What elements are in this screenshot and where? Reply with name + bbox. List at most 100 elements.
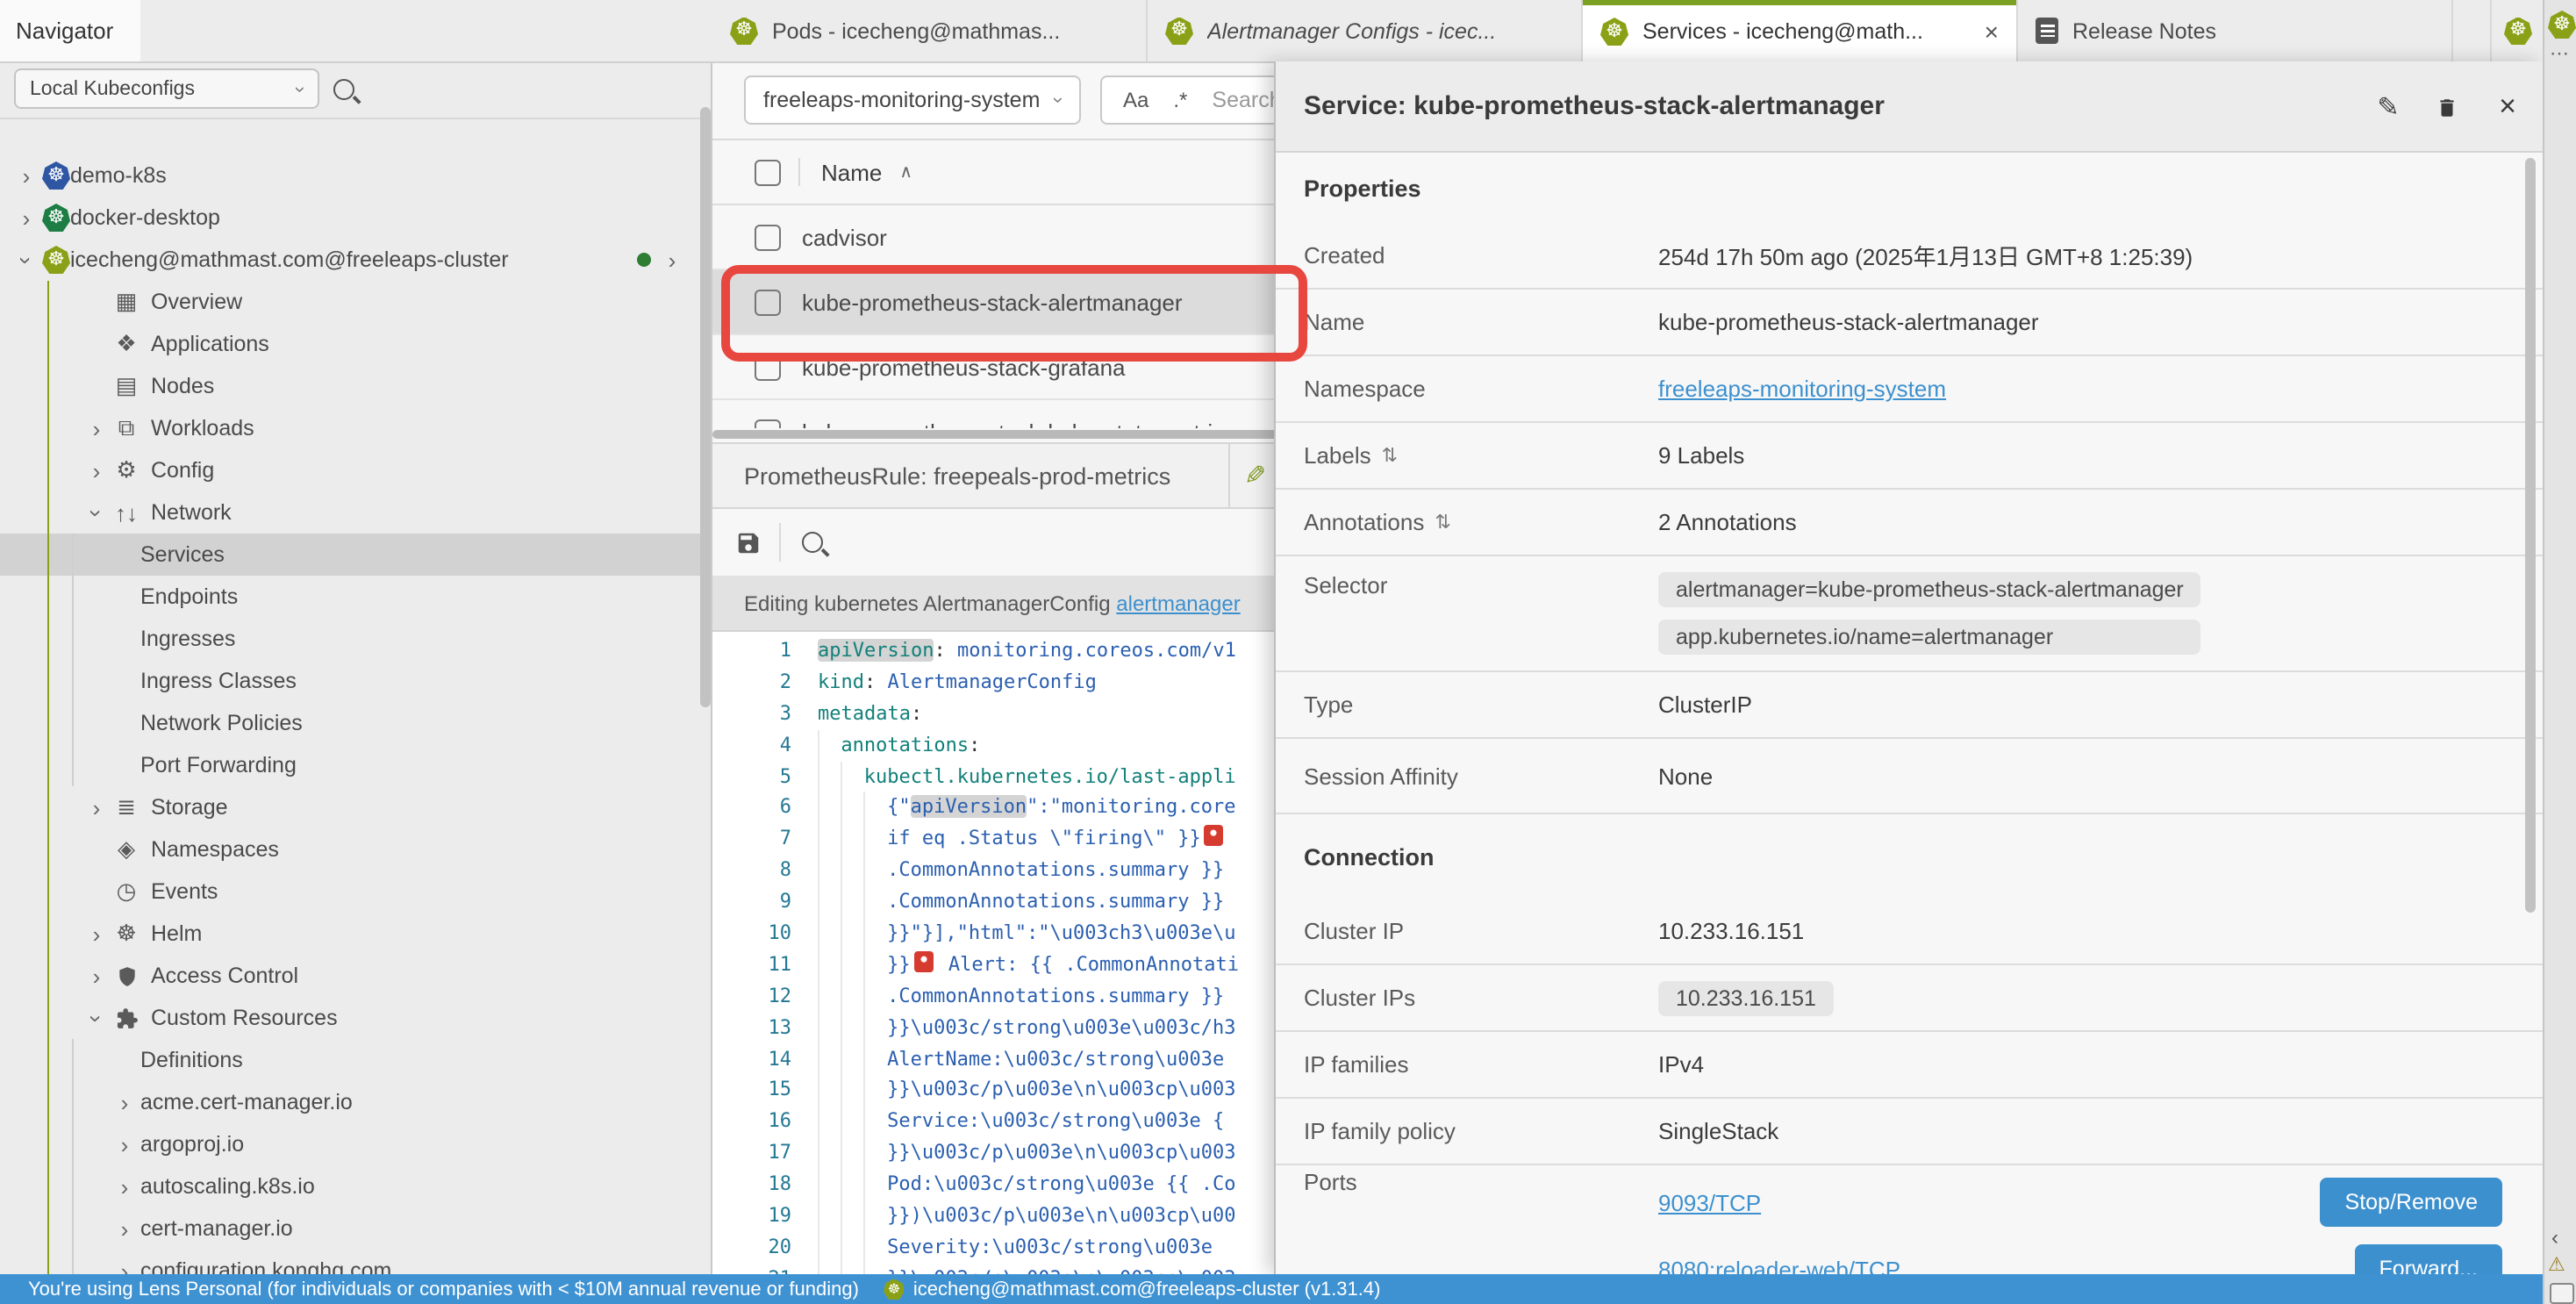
- kubeconfig-select[interactable]: Local Kubeconfigs ›: [14, 68, 319, 109]
- sidebar-item-ingress-classes[interactable]: Ingress Classes: [0, 660, 700, 702]
- kubernetes-icon: ☸: [1600, 18, 1628, 46]
- detail-label: Ports: [1304, 1169, 1658, 1195]
- chevron-right-icon[interactable]: ›: [662, 247, 683, 273]
- search-icon[interactable]: [333, 79, 354, 100]
- chevron-down-icon[interactable]: ›: [83, 497, 110, 528]
- tab-label: Alertmanager Configs - icec...: [1207, 18, 1496, 43]
- sidebar-item-demo-k8s[interactable]: ›☸demo-k8s: [0, 154, 700, 197]
- sidebar-item-events[interactable]: ◷Events: [0, 871, 700, 913]
- match-case-icon[interactable]: Aa: [1123, 88, 1148, 112]
- port-link[interactable]: 9093/TCP: [1658, 1189, 1761, 1215]
- line-number: 13: [712, 1012, 818, 1043]
- tab-alertmanager-configs-icec[interactable]: ☸Alertmanager Configs - icec...: [1148, 0, 1583, 61]
- chevron-right-icon[interactable]: ›: [109, 1215, 140, 1242]
- indent-guide: [818, 1169, 841, 1200]
- sidebar-item-applications[interactable]: ❖Applications: [0, 323, 700, 365]
- indent-guide: [818, 1075, 841, 1107]
- kubernetes-icon[interactable]: ☸: [2548, 11, 2576, 39]
- sidebar-item-autoscaling-k8s-io[interactable]: ›autoscaling.k8s.io: [0, 1165, 700, 1207]
- chevron-right-icon[interactable]: ›: [81, 415, 112, 441]
- sort-asc-icon[interactable]: ∧: [899, 162, 912, 182]
- sidebar-item-label: Events: [151, 879, 218, 904]
- tab-cluster-mini[interactable]: ☸: [2490, 0, 2544, 61]
- navigator-title: Navigator: [16, 18, 113, 44]
- row-checkbox[interactable]: [755, 419, 781, 428]
- kubernetes-icon: ☸: [42, 246, 70, 274]
- row-checkbox[interactable]: [755, 289, 781, 315]
- overflow-dots-icon[interactable]: ⋯: [2550, 42, 2569, 65]
- chevron-right-icon[interactable]: ›: [81, 794, 112, 820]
- edit-icon[interactable]: ✎: [2367, 61, 2409, 153]
- workloads-icon: ⧉: [112, 414, 140, 442]
- column-header-name[interactable]: Name: [821, 159, 882, 185]
- indent-guide: [864, 886, 887, 918]
- detail-scrollbar[interactable]: [2525, 158, 2536, 913]
- row-checkbox[interactable]: [755, 224, 781, 250]
- port-action-button[interactable]: Stop/Remove: [2321, 1178, 2502, 1227]
- close-icon[interactable]: ×: [1985, 18, 1999, 46]
- sort-toggle-icon[interactable]: ⇅: [1382, 444, 1398, 467]
- warning-icon[interactable]: ⚠: [2548, 1253, 2565, 1276]
- tab-services-icecheng-math[interactable]: ☸Services - icecheng@math...×: [1583, 0, 2018, 63]
- sidebar-item-endpoints[interactable]: Endpoints: [0, 576, 700, 618]
- navigator-panel-tab[interactable]: Navigator: [0, 0, 140, 61]
- chevron-right-icon[interactable]: ›: [109, 1131, 140, 1157]
- regex-icon[interactable]: .*: [1173, 88, 1187, 112]
- sidebar-item-namespaces[interactable]: ◈Namespaces: [0, 828, 700, 871]
- save-icon[interactable]: [735, 529, 762, 555]
- sidebar-item-definitions[interactable]: Definitions: [0, 1039, 700, 1081]
- sidebar-scrollbar[interactable]: [700, 107, 711, 707]
- port-action-button[interactable]: Forward...: [2354, 1244, 2502, 1274]
- chevron-right-icon[interactable]: ›: [11, 204, 42, 231]
- chevron-left-icon[interactable]: ‹: [2551, 1225, 2558, 1250]
- edit-icon[interactable]: ✎: [1244, 460, 1266, 491]
- sidebar-item-network-policies[interactable]: Network Policies: [0, 702, 700, 744]
- close-icon[interactable]: ×: [2487, 61, 2529, 153]
- sidebar-item-icecheng-mathmast-com-freeleaps-cluster[interactable]: ›☸icecheng@mathmast.com@freeleaps-cluste…: [0, 239, 700, 281]
- editor-search-icon[interactable]: [802, 532, 823, 553]
- chevron-down-icon[interactable]: ›: [13, 244, 39, 276]
- sidebar-item-port-forwarding[interactable]: Port Forwarding: [0, 744, 700, 786]
- namespace-select[interactable]: freeleaps-monitoring-system ›: [744, 75, 1081, 125]
- sidebar-item-access-control[interactable]: ›Access Control: [0, 955, 700, 997]
- sidebar-item-config[interactable]: ›⚙Config: [0, 449, 700, 491]
- sort-toggle-icon[interactable]: ⇅: [1435, 511, 1450, 534]
- sidebar-item-custom-resources[interactable]: ›Custom Resources: [0, 997, 700, 1039]
- sidebar-item-network[interactable]: ›↑↓Network: [0, 491, 700, 534]
- indent-guide: [864, 1264, 887, 1274]
- sidebar-item-argoproj-io[interactable]: ›argoproj.io: [0, 1123, 700, 1165]
- sidebar-item-workloads[interactable]: ›⧉Workloads: [0, 407, 700, 449]
- chevron-right-icon[interactable]: ›: [81, 921, 112, 947]
- tab-pods-icecheng-mathmas[interactable]: ☸Pods - icecheng@mathmas...: [712, 0, 1148, 61]
- chevron-right-icon[interactable]: ›: [81, 457, 112, 484]
- select-all-checkbox[interactable]: [755, 159, 781, 185]
- detail-label: Type: [1304, 691, 1658, 718]
- sidebar-item-cert-manager-io[interactable]: ›cert-manager.io: [0, 1207, 700, 1250]
- sidebar-item-helm[interactable]: ›☸Helm: [0, 913, 700, 955]
- delete-icon[interactable]: [2425, 61, 2467, 153]
- port-link[interactable]: 8080:reloader-web/TCP: [1658, 1256, 1900, 1274]
- sidebar-item-label: demo-k8s: [70, 163, 167, 188]
- row-checkbox[interactable]: [755, 354, 781, 380]
- chevron-right-icon[interactable]: ›: [109, 1173, 140, 1200]
- code-token: }}\u003c/p\u003e\n\u003cp\u003: [887, 1142, 1235, 1164]
- cluster-status[interactable]: ☸ icecheng@mathmast.com@freeleaps-cluste…: [884, 1279, 1381, 1300]
- chevron-right-icon[interactable]: ›: [109, 1089, 140, 1115]
- chevron-down-icon[interactable]: ›: [83, 1002, 110, 1034]
- sidebar-item-ingresses[interactable]: Ingresses: [0, 618, 700, 660]
- chevron-right-icon[interactable]: ›: [109, 1257, 140, 1274]
- chevron-right-icon[interactable]: ›: [11, 162, 42, 189]
- namespace-link[interactable]: freeleaps-monitoring-system: [1658, 376, 1946, 402]
- sidebar-item-docker-desktop[interactable]: ›☸docker-desktop: [0, 197, 700, 239]
- tab-release-notes[interactable]: Release Notes: [2018, 0, 2453, 61]
- alertmanagerconfig-link[interactable]: alertmanager: [1116, 591, 1240, 615]
- chevron-right-icon[interactable]: ›: [81, 963, 112, 989]
- sidebar-item-label: Ingresses: [140, 627, 235, 651]
- sidebar-item-acme-cert-manager-io[interactable]: ›acme.cert-manager.io: [0, 1081, 700, 1123]
- sidebar-item-services[interactable]: Services: [0, 534, 700, 576]
- sidebar-item-nodes[interactable]: ▤Nodes: [0, 365, 700, 407]
- sidebar-item-storage[interactable]: ›≣Storage: [0, 786, 700, 828]
- sidebar-item-overview[interactable]: ▦Overview: [0, 281, 700, 323]
- indent-guide: [818, 792, 841, 824]
- sidebar-item-configuration-konghq-com[interactable]: ›configuration.konghq.com: [0, 1250, 700, 1274]
